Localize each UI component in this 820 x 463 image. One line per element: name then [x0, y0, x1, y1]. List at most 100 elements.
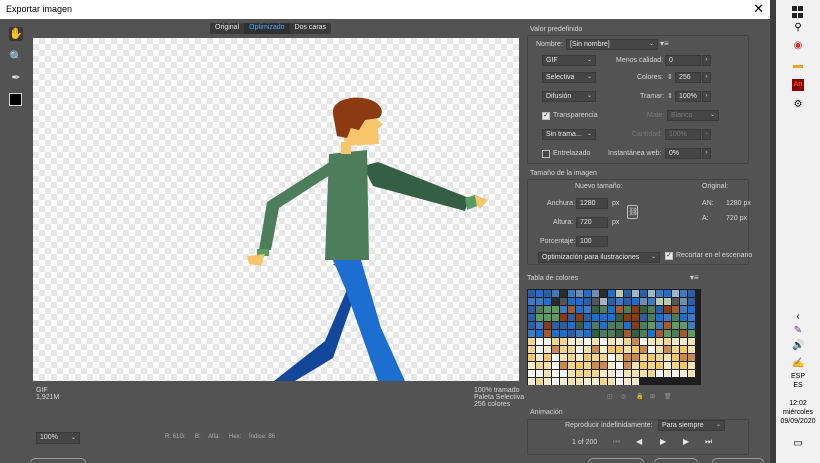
color-swatch[interactable] [616, 306, 623, 313]
eyedropper-tool-icon[interactable]: ✒ [9, 71, 23, 85]
color-swatch[interactable] [648, 362, 655, 369]
save-button[interactable] [588, 458, 644, 463]
color-swatch[interactable] [648, 298, 655, 305]
color-swatch[interactable] [560, 290, 567, 297]
color-swatch[interactable] [656, 354, 663, 361]
color-swatch[interactable] [600, 306, 607, 313]
color-swatch[interactable] [656, 322, 663, 329]
color-swatch[interactable] [576, 370, 583, 377]
color-swatch[interactable] [672, 378, 679, 385]
color-swatch[interactable] [616, 298, 623, 305]
color-swatch[interactable] [552, 346, 559, 353]
color-swatch[interactable] [672, 370, 679, 377]
color-swatch[interactable] [688, 314, 695, 321]
color-swatch[interactable] [584, 306, 591, 313]
web-snap-field[interactable]: 0% [665, 148, 701, 159]
color-swatch[interactable] [664, 306, 671, 313]
color-swatch[interactable] [600, 346, 607, 353]
color-swatch[interactable] [600, 338, 607, 345]
color-swatch[interactable] [536, 330, 543, 337]
color-swatch[interactable] [568, 322, 575, 329]
color-swatch[interactable] [640, 378, 647, 385]
color-swatch[interactable] [632, 354, 639, 361]
height-field[interactable]: 720 [576, 217, 608, 228]
color-swatch[interactable] [672, 322, 679, 329]
color-swatch[interactable] [568, 354, 575, 361]
new-color-icon[interactable]: ⊞ [650, 393, 655, 400]
color-swatch[interactable] [608, 330, 615, 337]
color-swatch[interactable] [624, 330, 631, 337]
color-swatch[interactable] [528, 346, 535, 353]
color-swatch[interactable] [688, 370, 695, 377]
region-indicator[interactable]: ES [776, 382, 820, 389]
color-swatch[interactable] [616, 330, 623, 337]
color-swatch[interactable] [656, 314, 663, 321]
transparency-dither-select[interactable]: Sin trama... ⌄ [542, 129, 596, 140]
color-swatch[interactable] [552, 370, 559, 377]
color-swatch[interactable] [648, 370, 655, 377]
color-swatch[interactable] [552, 362, 559, 369]
color-swatch[interactable] [600, 378, 607, 385]
link-constrain-icon[interactable]: ⛓ [627, 205, 638, 219]
color-swatch[interactable] [640, 290, 647, 297]
color-swatch[interactable] [680, 298, 687, 305]
color-swatch[interactable] [616, 354, 623, 361]
color-swatch[interactable] [592, 322, 599, 329]
color-swatch[interactable] [640, 330, 647, 337]
matte-select[interactable]: Blanco ⌄ [667, 110, 719, 121]
color-swatch[interactable] [680, 338, 687, 345]
color-swatch[interactable] [680, 322, 687, 329]
color-swatch[interactable] [536, 362, 543, 369]
color-swatch[interactable] [584, 346, 591, 353]
color-swatch[interactable] [584, 354, 591, 361]
color-swatch[interactable] [624, 378, 631, 385]
zoom-tool-icon[interactable]: 🔍 [9, 50, 23, 64]
color-swatch[interactable] [672, 338, 679, 345]
color-swatch[interactable] [592, 346, 599, 353]
color-swatch[interactable] [592, 338, 599, 345]
color-swatch[interactable] [632, 370, 639, 377]
dither-algorithm-select[interactable]: Difusión ⌄ [542, 91, 596, 102]
loop-select[interactable]: Para siempre ⌄ [658, 420, 725, 431]
color-swatch[interactable] [608, 298, 615, 305]
color-swatch[interactable] [600, 362, 607, 369]
color-swatch[interactable] [624, 362, 631, 369]
color-swatch[interactable] [656, 370, 663, 377]
color-swatch[interactable] [624, 322, 631, 329]
color-swatch[interactable] [584, 362, 591, 369]
color-swatch[interactable] [616, 370, 623, 377]
color-swatch[interactable] [536, 306, 543, 313]
windows-start-icon[interactable] [792, 6, 804, 18]
color-swatch[interactable] [688, 354, 695, 361]
color-swatch[interactable] [536, 378, 543, 385]
color-swatch[interactable] [544, 346, 551, 353]
color-swatch[interactable] [640, 362, 647, 369]
color-swatch[interactable] [576, 298, 583, 305]
color-swatch[interactable] [608, 346, 615, 353]
color-swatch[interactable] [648, 306, 655, 313]
color-swatch[interactable] [688, 346, 695, 353]
web-shift-icon[interactable]: ◎ [621, 393, 626, 400]
color-swatch[interactable] [616, 362, 623, 369]
color-swatch[interactable] [616, 338, 623, 345]
color-swatch[interactable] [664, 322, 671, 329]
color-swatch[interactable] [608, 322, 615, 329]
color-reduction-select[interactable]: Selectiva ⌄ [542, 72, 596, 83]
color-swatch[interactable] [688, 330, 695, 337]
chevron-right-icon[interactable]: › [702, 148, 711, 159]
color-swatch[interactable] [632, 346, 639, 353]
color-swatch[interactable] [608, 306, 615, 313]
color-swatch[interactable] [528, 306, 535, 313]
chevron-left-icon[interactable]: ‹ [792, 311, 804, 323]
color-swatch[interactable] [552, 306, 559, 313]
color-swatch[interactable] [664, 290, 671, 297]
color-swatch[interactable] [560, 314, 567, 321]
map-color-icon[interactable]: ◫ [607, 393, 613, 400]
clock-day[interactable]: miércoles [776, 409, 820, 416]
file-explorer-icon[interactable]: ▬ [792, 60, 804, 72]
color-swatch[interactable] [664, 298, 671, 305]
color-swatch[interactable] [584, 370, 591, 377]
color-swatch[interactable] [528, 330, 535, 337]
color-swatch[interactable] [688, 322, 695, 329]
color-swatch[interactable] [624, 298, 631, 305]
